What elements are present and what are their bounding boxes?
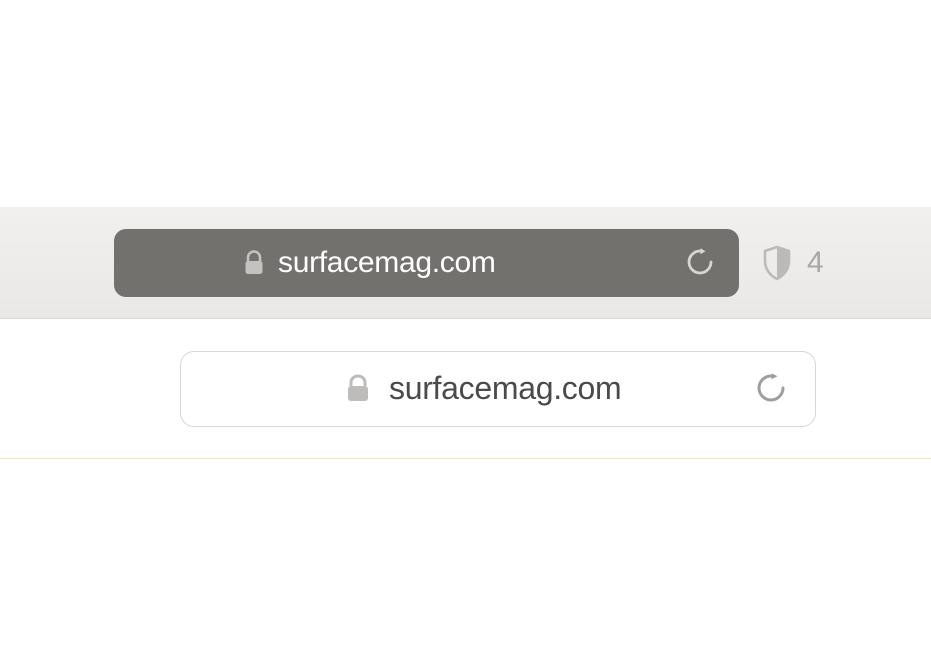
top-spacer — [0, 0, 931, 207]
address-bar-dark[interactable]: surfacemag.com — [114, 229, 739, 297]
safari-toolbar: surfacemag.com 4 — [0, 207, 931, 319]
url-text-light: surfacemag.com — [389, 370, 621, 407]
reload-icon[interactable] — [685, 246, 715, 280]
lock-icon — [244, 250, 264, 276]
address-bar-light[interactable]: surfacemag.com — [180, 351, 816, 427]
tracker-count: 4 — [807, 246, 824, 280]
bottom-spacer — [0, 459, 931, 662]
privacy-report[interactable]: 4 — [761, 244, 824, 282]
page-content-header: surfacemag.com — [0, 319, 931, 459]
reload-icon[interactable] — [755, 371, 787, 407]
shield-icon — [761, 244, 793, 282]
url-text-dark: surfacemag.com — [278, 246, 496, 280]
lock-icon — [346, 374, 370, 404]
